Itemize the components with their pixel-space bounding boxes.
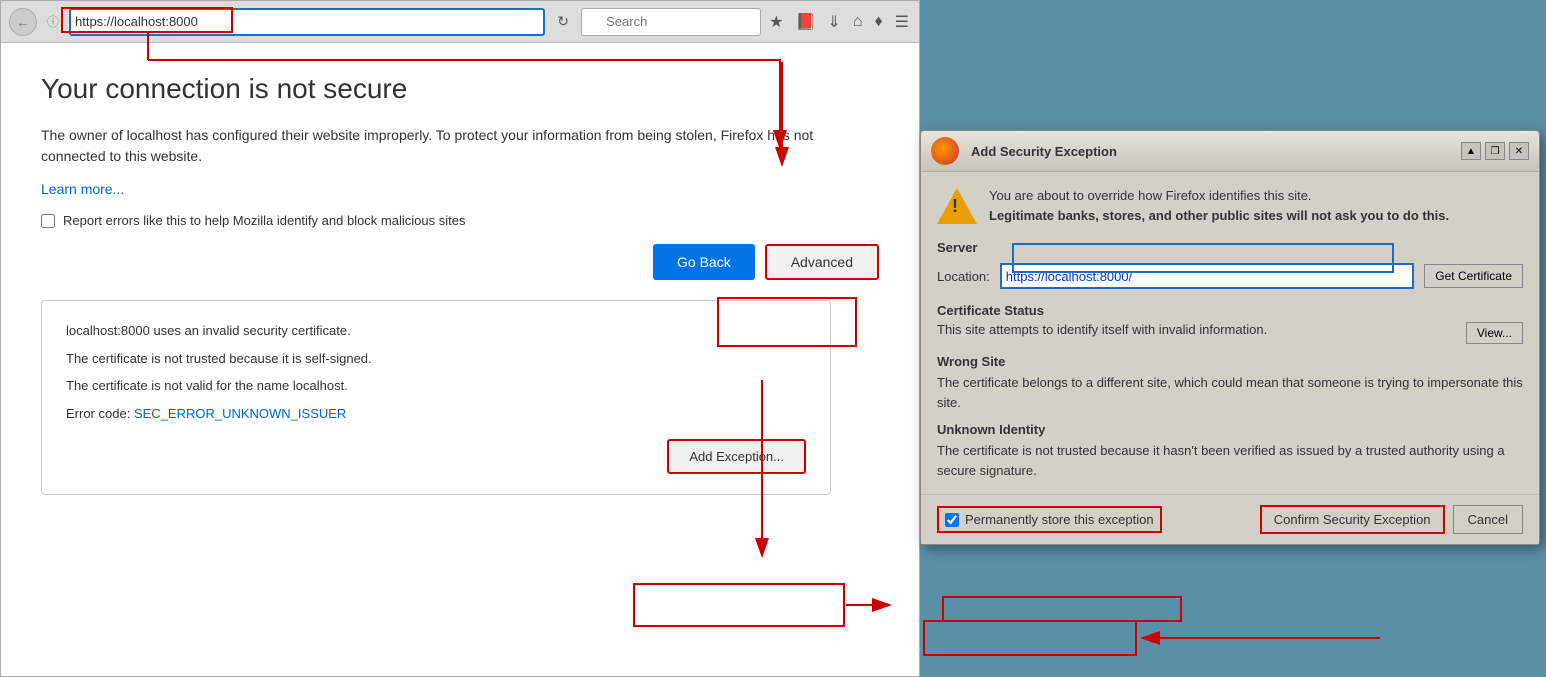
go-back-button[interactable]: Go Back xyxy=(653,244,755,280)
dialog-close-button[interactable]: ✕ xyxy=(1509,142,1529,160)
menu-icon[interactable]: ☰ xyxy=(893,10,911,34)
dialog-title: Add Security Exception xyxy=(971,144,1117,159)
error-code-link[interactable]: SEC_ERROR_UNKNOWN_ISSUER xyxy=(134,406,346,421)
permanently-store-checkbox[interactable] xyxy=(945,513,959,527)
warning-text-2: Legitimate banks, stores, and other publ… xyxy=(989,208,1449,223)
unknown-identity-title: Unknown Identity xyxy=(937,422,1523,437)
warning-icon xyxy=(937,186,977,226)
warning-text: You are about to override how Firefox id… xyxy=(989,186,1449,225)
url-bar-wrap xyxy=(69,8,545,36)
wrong-site-section: Wrong Site The certificate belongs to a … xyxy=(937,354,1523,412)
bookmark-icon[interactable]: 📕 xyxy=(793,10,817,34)
browser-content: Your connection is not secure The owner … xyxy=(1,43,919,676)
unknown-identity-text: The certificate is not trusted because i… xyxy=(937,441,1523,480)
unknown-identity-section: Unknown Identity The certificate is not … xyxy=(937,422,1523,480)
home-icon[interactable]: ⌂ xyxy=(851,11,865,33)
error-code-row: Error code: SEC_ERROR_UNKNOWN_ISSUER xyxy=(66,404,806,424)
add-exception-row: Add Exception... xyxy=(66,439,806,474)
advanced-line1: localhost:8000 uses an invalid security … xyxy=(66,321,806,341)
toolbar-icons: ★ 📕 ⇓ ⌂ ♦ ☰ xyxy=(767,10,911,34)
learn-more-link[interactable]: Learn more... xyxy=(41,181,124,197)
error-description: The owner of localhost has configured th… xyxy=(41,125,821,167)
shield-icon[interactable]: ♦ xyxy=(872,11,884,33)
cert-status-text: This site attempts to identify itself wi… xyxy=(937,322,1267,337)
location-input[interactable] xyxy=(1000,263,1415,289)
error-code-label: Error code: xyxy=(66,406,130,421)
advanced-line3: The certificate is not valid for the nam… xyxy=(66,376,806,396)
reload-button[interactable]: ↻ xyxy=(551,10,575,34)
report-errors-row: Report errors like this to help Mozilla … xyxy=(41,213,879,228)
report-errors-checkbox[interactable] xyxy=(41,214,55,228)
search-wrap: 🔍 xyxy=(581,8,761,36)
permanently-store-row: Permanently store this exception xyxy=(937,506,1162,533)
search-input[interactable] xyxy=(581,8,761,36)
dialog-restore-button[interactable]: ❐ xyxy=(1485,142,1505,160)
dialog-up-button[interactable]: ▲ xyxy=(1461,142,1481,160)
wrong-site-title: Wrong Site xyxy=(937,354,1523,369)
report-errors-label: Report errors like this to help Mozilla … xyxy=(63,213,465,228)
cancel-button[interactable]: Cancel xyxy=(1453,505,1523,534)
dialog-titlebar: Add Security Exception ▲ ❐ ✕ xyxy=(921,131,1539,172)
advanced-panel: localhost:8000 uses an invalid security … xyxy=(41,300,831,495)
advanced-button[interactable]: Advanced xyxy=(765,244,879,280)
cert-status-section: Certificate Status This site attempts to… xyxy=(937,303,1523,344)
view-button[interactable]: View... xyxy=(1466,322,1523,344)
browser-window: ← ⓘ ↻ 🔍 ★ 📕 ⇓ ⌂ ♦ ☰ Your connection is n… xyxy=(0,0,920,677)
buttons-row: Go Back Advanced xyxy=(41,244,879,280)
dialog-body: You are about to override how Firefox id… xyxy=(921,172,1539,494)
advanced-line2: The certificate is not trusted because i… xyxy=(66,349,806,369)
add-exception-button[interactable]: Add Exception... xyxy=(667,439,806,474)
cert-status-title: Certificate Status xyxy=(937,303,1523,318)
permanently-store-label: Permanently store this exception xyxy=(965,512,1154,527)
get-certificate-button[interactable]: Get Certificate xyxy=(1424,264,1523,288)
security-exception-dialog: Add Security Exception ▲ ❐ ✕ You are abo… xyxy=(920,130,1540,545)
dialog-warning-row: You are about to override how Firefox id… xyxy=(937,186,1523,226)
firefox-logo xyxy=(931,137,959,165)
location-label: Location: xyxy=(937,269,990,284)
location-row: Location: Get Certificate xyxy=(937,263,1523,289)
star-icon[interactable]: ★ xyxy=(767,10,785,34)
browser-toolbar: ← ⓘ ↻ 🔍 ★ 📕 ⇓ ⌂ ♦ ☰ xyxy=(1,1,919,43)
error-title: Your connection is not secure xyxy=(41,73,879,105)
dialog-footer-buttons: Confirm Security Exception Cancel xyxy=(1260,505,1523,534)
warning-triangle xyxy=(937,188,977,224)
warning-text-1: You are about to override how Firefox id… xyxy=(989,188,1312,203)
dialog-footer: Permanently store this exception Confirm… xyxy=(921,494,1539,544)
confirm-security-exception-button[interactable]: Confirm Security Exception xyxy=(1260,505,1445,534)
back-button[interactable]: ← xyxy=(9,8,37,36)
lock-icon: ⓘ xyxy=(43,12,63,32)
download-icon[interactable]: ⇓ xyxy=(825,10,842,34)
url-bar[interactable] xyxy=(75,14,539,29)
dialog-titlebar-buttons: ▲ ❐ ✕ xyxy=(1461,142,1529,160)
wrong-site-text: The certificate belongs to a different s… xyxy=(937,373,1523,412)
server-section-label: Server xyxy=(937,240,1523,255)
